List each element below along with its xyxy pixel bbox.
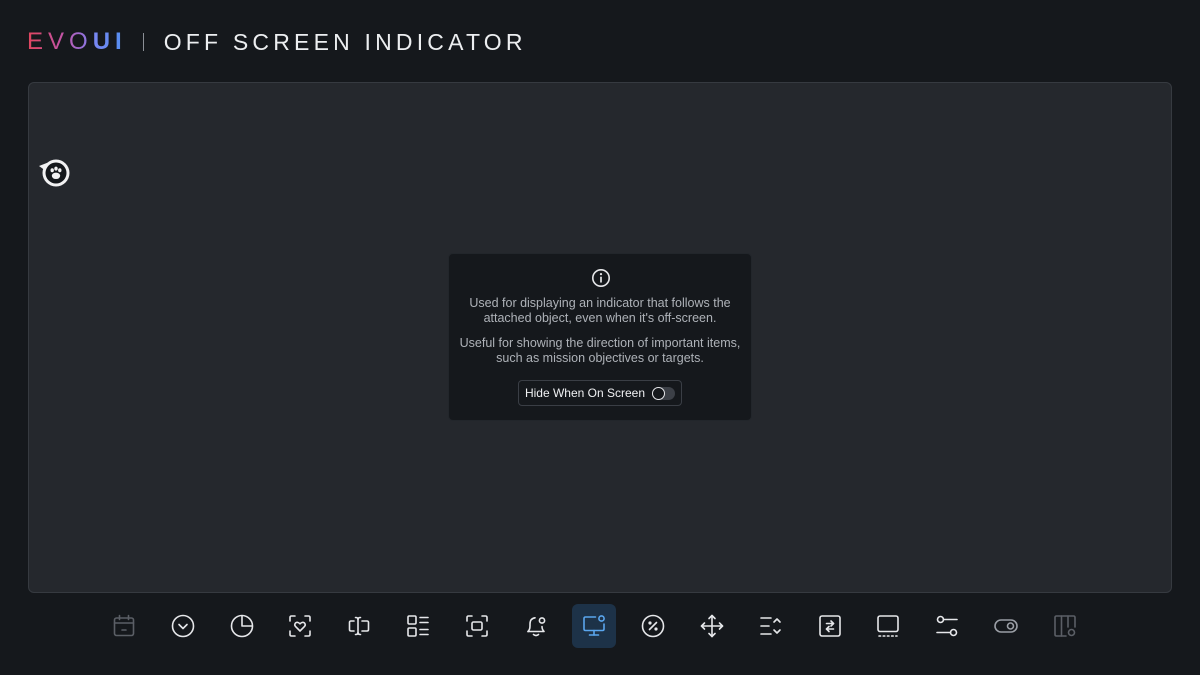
heart-frame-icon xyxy=(289,615,312,637)
tool-focus[interactable] xyxy=(455,604,499,648)
toggle-knob xyxy=(652,386,666,400)
chevron-down-circle-icon xyxy=(171,614,195,638)
off-screen-indicator xyxy=(38,157,72,189)
tooltip-screen-icon xyxy=(877,615,900,637)
tool-list[interactable] xyxy=(396,604,440,648)
tool-sliders[interactable] xyxy=(925,604,969,648)
list-grid-icon xyxy=(407,615,429,637)
tool-layout-settings[interactable] xyxy=(1043,604,1087,648)
tool-health[interactable] xyxy=(278,604,322,648)
toggle-icon xyxy=(994,619,1018,633)
brand-logo: EVOUI xyxy=(27,30,127,54)
layout-settings-icon xyxy=(1053,615,1076,637)
brand-evo: EVO xyxy=(27,28,93,55)
toggle-switch[interactable] xyxy=(652,386,676,400)
tool-toggle[interactable] xyxy=(984,604,1028,648)
tool-notification[interactable] xyxy=(514,604,558,648)
swap-arrows-icon xyxy=(818,615,841,637)
description-text: Used for displaying an indicator that fo… xyxy=(469,296,731,325)
pie-chart-icon xyxy=(230,614,253,638)
tool-swap[interactable] xyxy=(808,604,852,648)
tool-progress[interactable] xyxy=(220,604,264,648)
list-sort-icon xyxy=(759,617,781,635)
paw-icon xyxy=(39,159,70,187)
info-icon xyxy=(592,269,610,287)
tool-move[interactable] xyxy=(690,604,734,648)
tool-calendar[interactable] xyxy=(102,604,146,648)
tool-dropdown[interactable] xyxy=(161,604,205,648)
scene-viewport[interactable]: Used for displaying an indicator that fo… xyxy=(28,82,1172,593)
header-divider xyxy=(142,33,144,51)
demo-toolbar xyxy=(102,604,1087,648)
sliders-icon xyxy=(936,615,958,637)
tool-text-input[interactable] xyxy=(337,604,381,648)
text-cursor-icon xyxy=(348,616,370,636)
monitor-indicator-icon xyxy=(583,615,606,636)
hide-when-on-screen-toggle[interactable]: Hide When On Screen xyxy=(518,380,682,406)
toggle-label: Hide When On Screen xyxy=(524,386,646,400)
tool-off-screen-indicator[interactable] xyxy=(572,604,617,648)
tool-list-sort[interactable] xyxy=(749,604,793,648)
brand-ui: UI xyxy=(92,28,127,55)
percent-circle-icon xyxy=(641,614,665,638)
move-arrows-icon xyxy=(700,614,724,638)
tool-tooltip[interactable] xyxy=(866,604,910,648)
bell-icon xyxy=(526,617,545,637)
description-text-secondary: Useful for showing the direction of impo… xyxy=(459,336,741,365)
calendar-icon xyxy=(113,614,135,637)
tool-percent[interactable] xyxy=(631,604,675,648)
info-card: Used for displaying an indicator that fo… xyxy=(448,253,752,421)
focus-frame-icon xyxy=(465,615,488,637)
page-title: OFF SCREEN INDICATOR xyxy=(163,28,527,55)
header: EVOUI OFF SCREEN INDICATOR xyxy=(27,26,527,58)
